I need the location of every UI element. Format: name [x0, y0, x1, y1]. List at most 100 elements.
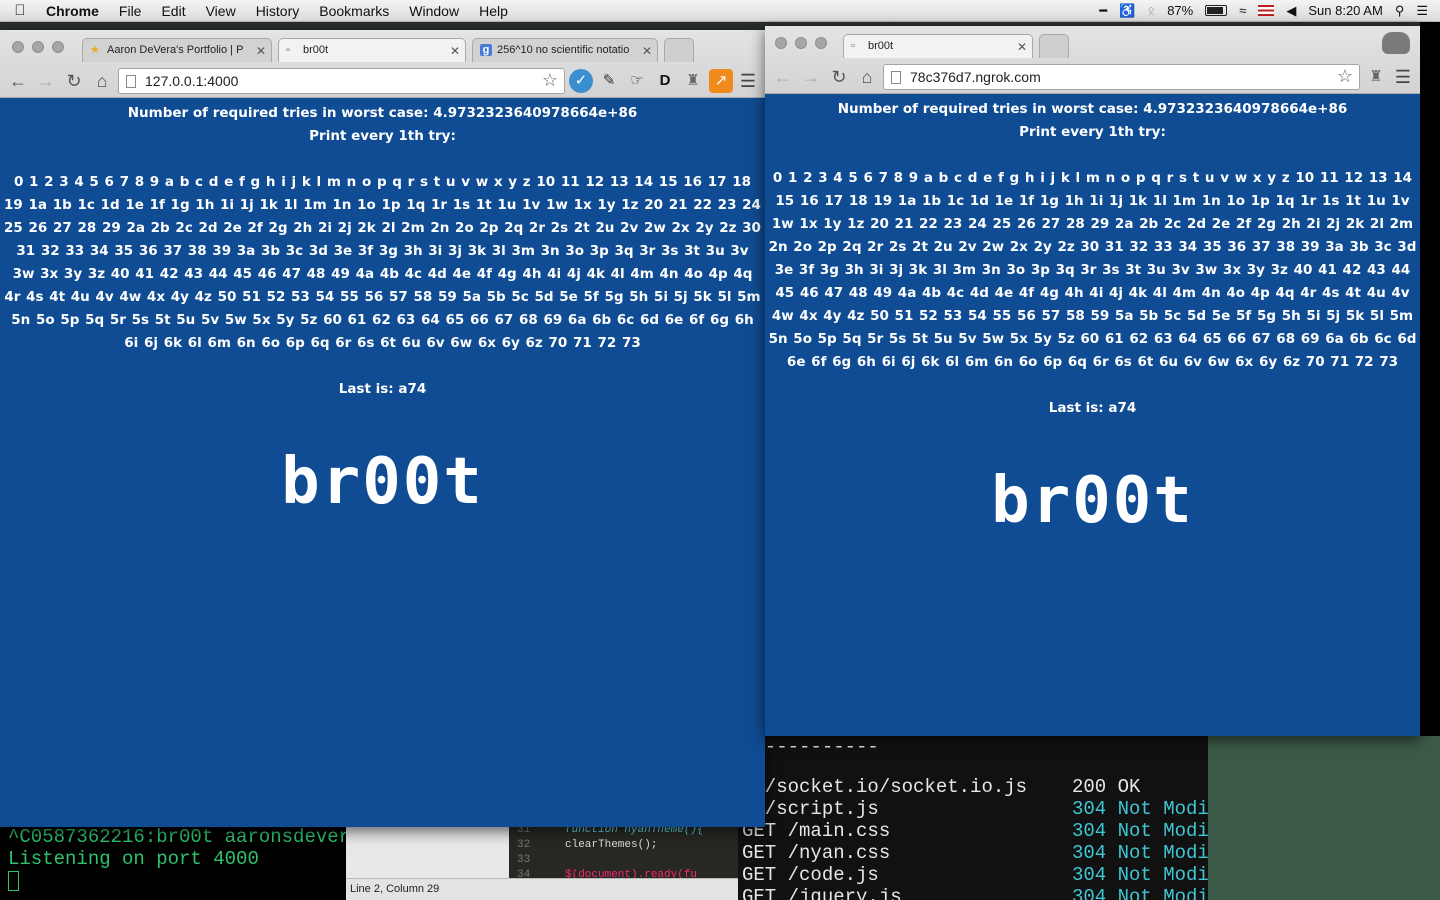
tab-portfolio[interactable]: ★ Aaron DeVera's Portfolio | P ✕: [82, 38, 272, 62]
dropbox-icon[interactable]: ━: [1099, 3, 1107, 19]
home-icon[interactable]: ⌂: [90, 69, 114, 93]
page-content: Number of required tries in worst case: …: [0, 98, 765, 519]
code-line: clearThemes();: [565, 839, 658, 851]
address-bar[interactable]: 127.0.0.1:4000 ☆: [118, 68, 565, 94]
request-log-row: GET /code.js 304 Not Modified: [742, 864, 1208, 886]
extension-evernote-icon[interactable]: ☞: [625, 69, 649, 93]
extension-d-icon[interactable]: D: [653, 69, 677, 93]
page-content: Number of required tries in worst case: …: [765, 94, 1420, 538]
battery-percent[interactable]: 87%: [1167, 3, 1193, 18]
terminal-line: Listening on port 4000: [8, 848, 259, 870]
print-every-text: Print every 1th try:: [309, 128, 456, 144]
spotlight-icon[interactable]: ⚲: [1395, 3, 1405, 19]
menu-history[interactable]: History: [246, 3, 310, 19]
request-log-row: T /socket.io/socket.io.js 200 OK: [742, 776, 1204, 798]
apple-icon[interactable]: : [0, 2, 40, 19]
address-bar-url: 127.0.0.1:4000: [145, 73, 239, 89]
flag-icon[interactable]: [1258, 5, 1275, 16]
wifi-icon[interactable]: ≈: [1239, 3, 1246, 18]
new-tab-button[interactable]: [664, 38, 694, 62]
forward-arrow-icon[interactable]: →: [34, 69, 58, 93]
last-try-text: Last is: a74: [338, 381, 427, 397]
menu-window[interactable]: Window: [399, 3, 469, 19]
chrome-menu-icon[interactable]: ☰: [737, 71, 759, 92]
terminal-left[interactable]: ^C0587362216:br00t aaronsdevera Listenin…: [0, 820, 346, 900]
code-editor[interactable]: 31 function nyanTheme(){ 32 clearThemes(…: [346, 820, 738, 900]
address-bar[interactable]: 78c376d7.ngrok.com ☆: [883, 64, 1360, 90]
terminal-line: ^C0587362216:br00t aaronsdevera: [8, 826, 346, 848]
close-tab-icon[interactable]: ✕: [1017, 40, 1027, 54]
request-path: GET /main.css: [742, 820, 891, 842]
request-path: T /script.js: [742, 798, 879, 820]
status-area: ━ ♿ ᛟ 87% ≈ ◀ Sun 8:20 AM ⚲ ☰: [1099, 3, 1440, 19]
print-every-text: Print every 1th try:: [1019, 124, 1166, 140]
notification-center-icon[interactable]: ☰: [1416, 3, 1428, 19]
star-favicon-icon: ★: [90, 44, 100, 56]
home-icon[interactable]: ⌂: [855, 65, 879, 89]
window-controls: [775, 37, 827, 49]
minimize-window-button[interactable]: [795, 37, 807, 49]
close-tab-icon[interactable]: ✕: [450, 44, 460, 58]
extension-eyedropper-icon[interactable]: ✎: [597, 69, 621, 93]
request-log-row: GET /jquery.js 304 Not Modified: [742, 886, 1208, 900]
terminal-right[interactable]: ------------ T /socket.io/socket.io.js 200…: [738, 736, 1208, 900]
address-bar-url: 78c376d7.ngrok.com: [910, 69, 1041, 85]
background-window-edge: [1420, 22, 1440, 736]
request-log-row: GET /nyan.css 304 Not Modified: [742, 842, 1208, 864]
chrome-menu-icon[interactable]: ☰: [1392, 67, 1414, 88]
request-path: GET /nyan.css: [742, 842, 891, 864]
battery-icon[interactable]: [1205, 5, 1228, 16]
menu-file[interactable]: File: [109, 3, 152, 19]
close-tab-icon[interactable]: ✕: [256, 44, 266, 58]
volume-icon[interactable]: ◀: [1286, 3, 1296, 19]
menu-help[interactable]: Help: [469, 3, 518, 19]
tab-google-search[interactable]: g 256^10 no scientific notatio ✕: [472, 38, 658, 62]
tab-broot[interactable]: ▫ br00t ✕: [843, 34, 1033, 58]
close-tab-icon[interactable]: ✕: [642, 44, 652, 58]
reload-icon[interactable]: ↻: [827, 65, 851, 89]
incognito-icon: [1382, 32, 1410, 54]
extension-ghostery-icon[interactable]: ♜: [681, 69, 705, 93]
bluetooth-icon[interactable]: ᛟ: [1147, 3, 1155, 18]
request-log-row: T /script.js 304 Not Modified: [742, 798, 1208, 820]
back-arrow-icon[interactable]: ←: [6, 69, 30, 93]
menubar:  Chrome File Edit View History Bookmark…: [0, 0, 1440, 22]
clock[interactable]: Sun 8:20 AM: [1308, 3, 1382, 18]
accessibility-icon[interactable]: ♿: [1119, 3, 1135, 19]
broot-logo: br00t: [281, 445, 484, 519]
editor-code-area[interactable]: 31 function nyanTheme(){ 32 clearThemes(…: [509, 820, 738, 881]
response-status: 304 Not Modified: [1072, 886, 1208, 900]
bookmark-star-icon[interactable]: ☆: [542, 70, 558, 91]
browser-frame: ▫ br00t ✕ ← → ↻ ⌂ 78c376d7.ngrok.com ☆ ♜…: [765, 26, 1420, 94]
response-status: 304 Not Modified: [1072, 820, 1208, 842]
page-icon: [126, 75, 136, 88]
menu-app-name[interactable]: Chrome: [40, 3, 109, 19]
menu-bookmarks[interactable]: Bookmarks: [309, 3, 399, 19]
zoom-window-button[interactable]: [815, 37, 827, 49]
extension-chart-icon[interactable]: ↗: [709, 69, 733, 93]
page-favicon-icon: ▫: [851, 40, 855, 52]
tab-title: br00t: [303, 44, 329, 56]
extension-ghostery-icon[interactable]: ♜: [1364, 65, 1388, 89]
forward-arrow-icon[interactable]: →: [799, 65, 823, 89]
tab-broot[interactable]: ▫ br00t ✕: [278, 38, 466, 62]
back-arrow-icon[interactable]: ←: [771, 65, 795, 89]
tab-title: Aaron DeVera's Portfolio | P: [107, 44, 244, 56]
new-tab-button[interactable]: [1039, 34, 1069, 58]
zoom-window-button[interactable]: [52, 41, 64, 53]
menu-edit[interactable]: Edit: [151, 3, 195, 19]
bookmark-star-icon[interactable]: ☆: [1337, 66, 1353, 87]
extension-v-icon[interactable]: ✓: [569, 69, 593, 93]
tab-strip: ▫ br00t ✕: [843, 34, 1075, 58]
reload-icon[interactable]: ↻: [62, 69, 86, 93]
minimize-window-button[interactable]: [32, 41, 44, 53]
close-window-button[interactable]: [12, 41, 24, 53]
menu-view[interactable]: View: [196, 3, 246, 19]
response-status: 304 Not Modified: [1072, 798, 1208, 820]
browser-toolbar: ← → ↻ ⌂ 78c376d7.ngrok.com ☆ ♜ ☰: [765, 60, 1420, 94]
close-window-button[interactable]: [775, 37, 787, 49]
tries-list: 0 1 2 3 4 5 6 7 8 9 a b c d e f g h i j …: [768, 170, 1417, 370]
browser-frame: ★ Aaron DeVera's Portfolio | P ✕ ▫ br00t…: [0, 30, 765, 98]
response-status: 304 Not Modified: [1072, 842, 1208, 864]
tab-title: br00t: [868, 40, 894, 52]
